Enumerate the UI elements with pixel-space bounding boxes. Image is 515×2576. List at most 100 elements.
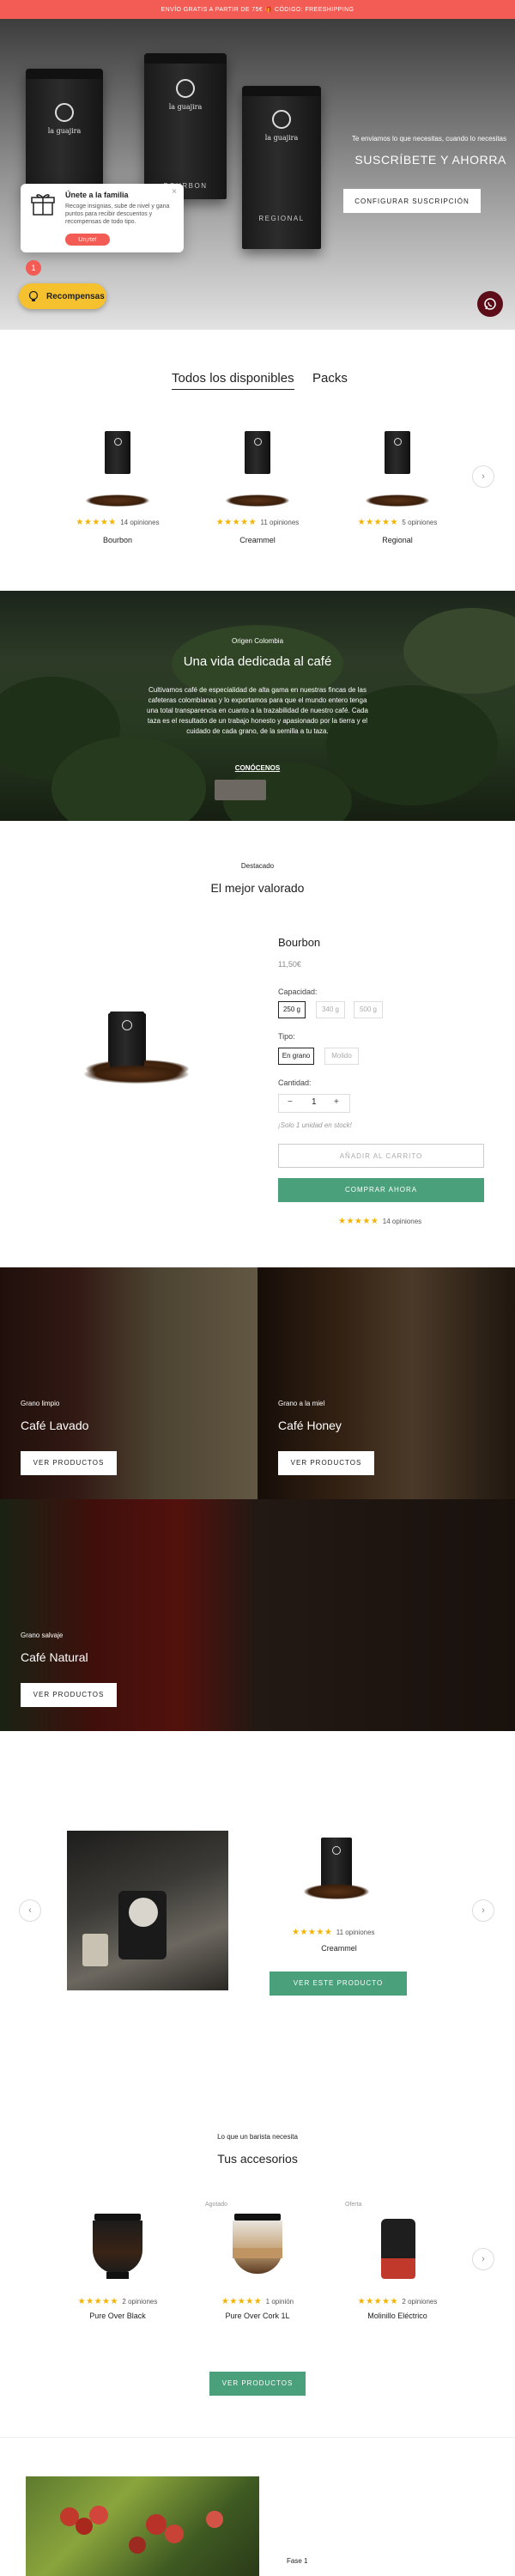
rewards-popup: Únete a la familia Recoge insignias, sub… — [21, 184, 184, 252]
rewards-button[interactable]: Recompensas — [19, 283, 106, 309]
featured-rating: ★★★★★ 14 opiniones — [338, 1212, 421, 1228]
view-products-button[interactable]: VER PRODUCTOS — [21, 1683, 117, 1707]
divider — [0, 2437, 515, 2438]
gift-icon — [31, 194, 55, 216]
accessory-card[interactable]: Agotado ★★★★★ 1 opinión Pure Over Cork 1… — [205, 2202, 305, 2320]
carousel-next-button[interactable]: › — [472, 465, 494, 488]
hero-title: SUSCRÍBETE Y AHORRA — [354, 153, 506, 167]
tab-all-available[interactable]: Todos los disponibles — [172, 371, 294, 390]
type-option-ground[interactable]: Molido — [324, 1048, 359, 1065]
quantity-label: Cantidad: — [278, 1078, 312, 1087]
view-this-product-button[interactable]: VER ESTE PRODUCTO — [270, 1971, 407, 1996]
category-tile-honey[interactable]: Grano a la miel Café Honey VER PRODUCTOS — [258, 1267, 515, 1499]
review-count: 2 opiniones — [122, 2298, 158, 2306]
rating-stars: ★★★★★ — [215, 518, 258, 527]
category-label: Grano limpio — [21, 1400, 60, 1407]
type-label: Tipo: — [278, 1032, 295, 1041]
rating-stars: ★★★★★ — [292, 1928, 333, 1937]
grinder-image — [381, 2219, 415, 2279]
slider-next-button[interactable]: › — [472, 1899, 494, 1922]
product-name: Regional — [382, 536, 413, 544]
featured-product-name: Bourbon — [278, 936, 321, 949]
barista-photo — [67, 1831, 228, 1990]
accessories-label: Lo que un barista necesita — [217, 2133, 298, 2141]
product-card[interactable]: ★★★★★ 14 opiniones Bourbon — [70, 429, 165, 550]
origin-label: Origen Colombia — [231, 637, 284, 645]
status-badge: Agotado — [205, 2202, 228, 2208]
origin-section: Origen Colombia Una vida dedicada al caf… — [0, 591, 515, 821]
capacity-option-250[interactable]: 250 g — [278, 1001, 306, 1018]
accessories-title: Tus accesorios — [217, 2152, 298, 2166]
product-name: Creammel — [239, 536, 276, 544]
rating-stars: ★★★★★ — [338, 1217, 379, 1226]
decrement-button[interactable]: − — [288, 1097, 293, 1107]
coffee-cherries-photo — [26, 2476, 259, 2576]
category-tile-natural[interactable]: Grano salvaje Café Natural VER PRODUCTOS — [0, 1499, 515, 1731]
product-image — [245, 431, 270, 474]
coffee-beans-image — [226, 495, 289, 507]
rating-stars: ★★★★★ — [221, 2297, 263, 2306]
view-products-button[interactable]: VER PRODUCTOS — [21, 1451, 117, 1475]
tab-packs[interactable]: Packs — [312, 371, 348, 386]
coffee-bag-image — [110, 1012, 144, 1072]
tab-label: Packs — [312, 371, 348, 386]
hero-copy: Te enviamos lo que necesitas, cuando lo … — [300, 135, 506, 167]
capacity-option-340[interactable]: 340 g — [316, 1001, 345, 1018]
quantity-value[interactable]: 1 — [312, 1097, 317, 1107]
configure-subscription-button[interactable]: CONFIGURAR SUSCRIPCIÓN — [343, 189, 481, 213]
stock-note: ¡Solo 1 unidad en stock! — [278, 1121, 352, 1129]
about-us-link[interactable]: CONÓCENOS — [0, 764, 515, 772]
notification-badge: 1 — [26, 260, 41, 276]
whatsapp-icon — [484, 298, 496, 310]
quantity-stepper: − 1 + — [278, 1094, 350, 1113]
review-count: 5 opiniones — [402, 519, 438, 526]
increment-button[interactable]: + — [334, 1097, 339, 1107]
origin-title: Una vida dedicada al café — [183, 654, 332, 669]
status-badge: Oferta — [345, 2202, 362, 2208]
accessory-card[interactable]: Oferta ★★★★★ 2 opiniones Molinillo Eléct… — [345, 2202, 445, 2320]
capacity-label: Capacidad: — [278, 987, 318, 996]
coffee-beans-image — [86, 495, 149, 507]
join-button[interactable]: Un¡rte! — [65, 234, 110, 246]
type-option-beans[interactable]: En grano — [278, 1048, 314, 1065]
category-title: Café Natural — [21, 1650, 88, 1664]
bag-brand: la guajira — [168, 103, 203, 111]
category-title: Café Lavado — [21, 1419, 89, 1432]
coffee-bag-image: la guajira — [26, 69, 103, 197]
product-card[interactable]: ★★★★★ 11 opiniones Creammel — [210, 429, 305, 550]
whatsapp-button[interactable] — [477, 291, 503, 317]
category-tile-lavado[interactable]: Grano limpio Café Lavado VER PRODUCTOS — [0, 1267, 258, 1499]
close-icon[interactable]: × — [172, 187, 177, 197]
rating-stars: ★★★★★ — [357, 518, 398, 527]
bag-brand: la guajira — [47, 127, 82, 135]
review-count: 2 opiniones — [402, 2298, 438, 2306]
add-to-cart-button[interactable]: AÑADIR AL CARRITO — [278, 1144, 484, 1168]
product-image — [385, 431, 410, 474]
buy-now-button[interactable]: COMPRAR AHORA — [278, 1178, 484, 1202]
review-count: 11 opiniones — [336, 1929, 375, 1936]
capacity-option-500[interactable]: 500 g — [354, 1001, 383, 1018]
category-label: Grano a la miel — [278, 1400, 325, 1407]
product-name: Bourbon — [102, 536, 133, 544]
accessory-name: Pure Over Cork 1L — [225, 2312, 290, 2320]
featured-price: 11,50€ — [278, 960, 301, 969]
coffee-maker-image — [91, 2214, 144, 2281]
review-count: 11 opiniones — [260, 519, 300, 526]
hero-tagline: Te enviamos lo que necesitas, cuando lo … — [351, 135, 506, 143]
review-count: 1 opinión — [265, 2298, 294, 2306]
coffee-bag-image: la guajira BOURBON — [144, 53, 227, 199]
category-label: Grano salvaje — [21, 1631, 64, 1639]
view-products-button[interactable]: VER PRODUCTOS — [278, 1451, 374, 1475]
coffee-beans-image — [366, 495, 429, 507]
rating-stars: ★★★★★ — [77, 2297, 118, 2306]
product-card[interactable]: ★★★★★ 5 opiniones Regional — [350, 429, 445, 550]
view-products-button[interactable]: VER PRODUCTOS — [209, 2372, 306, 2396]
phase-label: Fase 1 — [287, 2557, 308, 2565]
slider-prev-button[interactable]: ‹ — [19, 1899, 41, 1922]
lightbulb-icon — [28, 290, 39, 301]
bag-label: REGIONAL — [258, 215, 305, 222]
review-count: 14 opiniones — [382, 1218, 422, 1225]
accessory-card[interactable]: ★★★★★ 2 opiniones Pure Over Black — [70, 2212, 165, 2320]
accessories-next-button[interactable]: › — [472, 2248, 494, 2270]
origin-text: Cultivamos café de especialidad de alta … — [147, 686, 368, 735]
